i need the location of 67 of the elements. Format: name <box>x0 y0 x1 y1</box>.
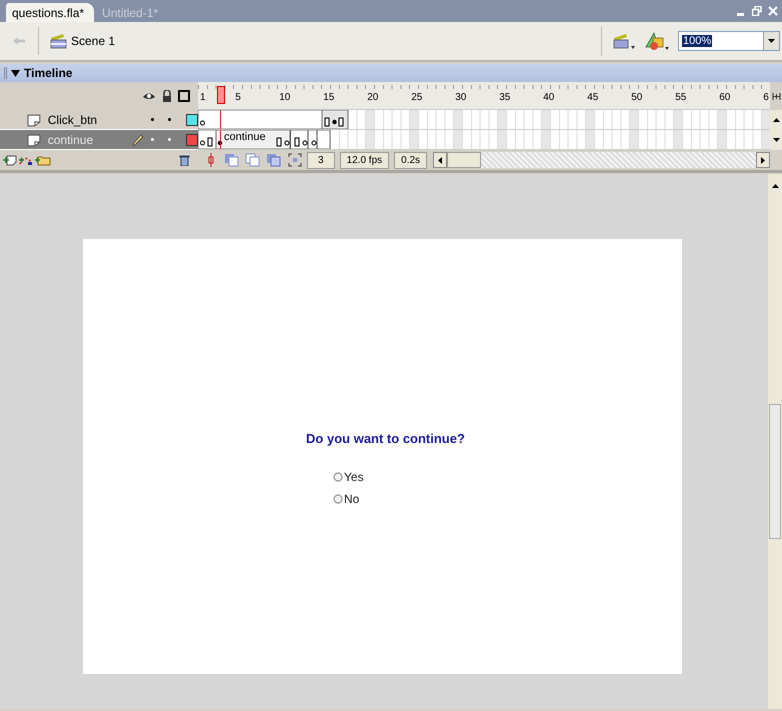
outline-square-icon[interactable] <box>178 90 190 102</box>
frame-number: 60 <box>719 92 730 103</box>
add-layer-icon[interactable] <box>3 154 17 166</box>
frame-number: 10 <box>279 92 290 103</box>
close-icon[interactable] <box>768 6 778 16</box>
layer-name: continue <box>48 132 94 146</box>
gripper-icon <box>4 67 7 79</box>
horizontal-scrollbar[interactable] <box>433 152 770 168</box>
scroll-down-icon[interactable] <box>772 138 780 142</box>
option-label: No <box>344 492 360 506</box>
pencil-icon <box>132 134 144 146</box>
question-text: Do you want to continue? <box>306 431 465 446</box>
layer-icon <box>26 112 42 126</box>
center-frame-icon[interactable] <box>206 153 216 167</box>
frame-label: continue <box>224 131 266 143</box>
current-frame: 3 <box>307 152 335 168</box>
frame-number: 35 <box>499 92 510 103</box>
lock-dot[interactable] <box>168 118 172 121</box>
onion-markers-icon[interactable] <box>288 153 302 167</box>
add-folder-icon[interactable] <box>35 154 51 166</box>
onion-skin-icon[interactable] <box>224 153 262 167</box>
document-tab[interactable]: questions.fla* <box>6 3 94 22</box>
visibility-dot[interactable] <box>151 118 154 121</box>
trash-icon[interactable] <box>179 154 190 166</box>
layer-color-swatch[interactable] <box>186 134 198 146</box>
frame-number: 50 <box>631 92 642 103</box>
scroll-left-icon[interactable] <box>438 156 442 164</box>
clapperboard-icon[interactable] <box>612 32 636 50</box>
frame-number: 45 <box>587 92 598 103</box>
restore-icon[interactable] <box>752 6 762 16</box>
visibility-dot[interactable] <box>151 138 154 141</box>
frame-number: 25 <box>411 92 422 103</box>
layer-icon <box>26 132 42 146</box>
layer-color-swatch[interactable] <box>186 114 198 126</box>
frame-number: 6 <box>763 92 769 103</box>
option-label: Yes <box>344 470 364 484</box>
frame-number: 30 <box>455 92 466 103</box>
frame-number: 15 <box>323 92 334 103</box>
frame-number: 55 <box>675 92 686 103</box>
scroll-thumb[interactable] <box>447 152 482 168</box>
eye-icon[interactable] <box>142 91 156 101</box>
elapsed-time: 0.2s <box>394 152 428 168</box>
clapperboard-icon <box>49 33 67 49</box>
scene-label: Scene 1 <box>71 34 116 48</box>
frame-number: 5 <box>235 92 241 103</box>
frame-view-menu-icon[interactable] <box>772 93 780 100</box>
radio-button[interactable] <box>333 494 343 504</box>
lock-dot[interactable] <box>168 138 172 141</box>
dropdown-arrow-icon[interactable] <box>768 39 775 43</box>
collapse-arrow-icon[interactable] <box>11 69 20 77</box>
layer-name: Click_btn <box>48 112 98 126</box>
frame-number: 20 <box>367 92 378 103</box>
scroll-thumb[interactable] <box>769 404 781 539</box>
edit-multiple-frames-icon[interactable] <box>266 153 282 167</box>
scroll-up-icon[interactable] <box>772 118 780 122</box>
panel-title: Timeline <box>24 66 72 80</box>
frame-number: 40 <box>543 92 554 103</box>
lock-icon[interactable] <box>162 90 172 102</box>
scroll-right-icon[interactable] <box>761 156 765 164</box>
zoom-field[interactable]: 100% <box>678 31 780 51</box>
shapes-icon[interactable] <box>644 31 670 51</box>
scroll-up-icon[interactable] <box>772 184 778 188</box>
frame-number: 1 <box>200 92 206 103</box>
frame-rate[interactable]: 12.0 fps <box>340 152 390 168</box>
playhead[interactable] <box>216 86 225 104</box>
radio-button[interactable] <box>333 472 343 482</box>
back-arrow-icon <box>12 36 26 46</box>
